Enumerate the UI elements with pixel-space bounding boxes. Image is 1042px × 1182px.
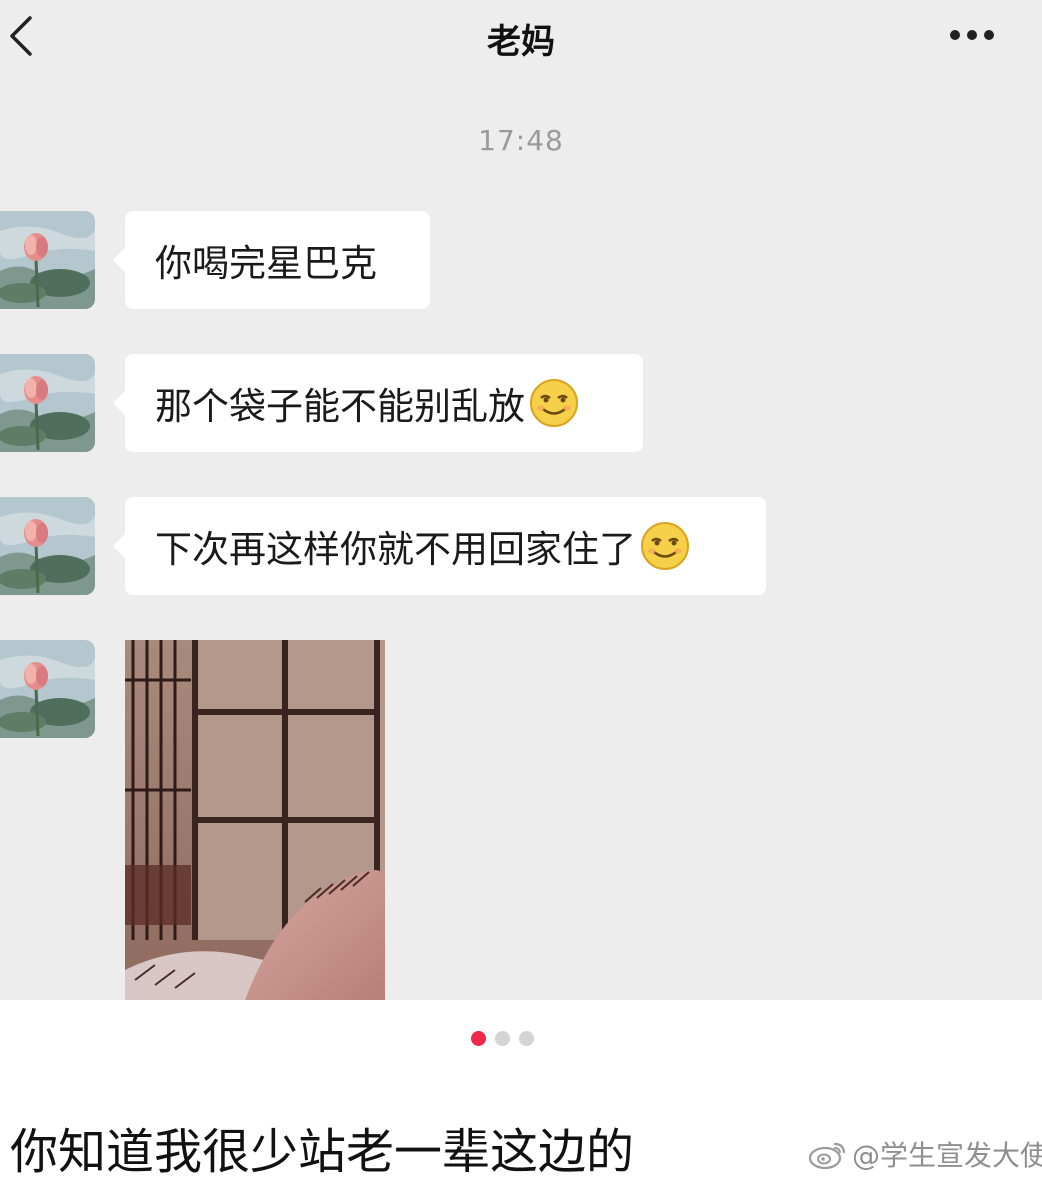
- pager-dot[interactable]: [495, 1031, 510, 1046]
- watermark-text: @学生宣发大使: [852, 1139, 1042, 1172]
- message-bubble[interactable]: 你喝完星巴克: [113, 211, 430, 309]
- post-caption: 你知道我很少站老一辈这边的: [10, 1124, 635, 1180]
- more-options-icon[interactable]: [946, 22, 998, 48]
- pager-dot[interactable]: [519, 1031, 534, 1046]
- pager-dot-active[interactable]: [471, 1031, 486, 1046]
- message-text: 你喝完星巴克: [155, 242, 377, 285]
- contact-avatar[interactable]: [0, 640, 95, 738]
- chat-title: 老妈: [487, 22, 555, 62]
- contact-avatar[interactable]: [0, 211, 95, 309]
- avatar-image: [0, 211, 95, 309]
- chat-header: 老妈: [0, 0, 1042, 72]
- room-photo: [125, 640, 385, 1000]
- image-message[interactable]: [125, 640, 385, 1000]
- contact-avatar[interactable]: [0, 354, 95, 452]
- message-bubble[interactable]: 那个袋子能不能别乱放: [113, 354, 643, 452]
- weibo-logo-icon: [808, 1142, 846, 1170]
- message-timestamp: 17:48: [478, 124, 564, 157]
- message-text: 那个袋子能不能别乱放: [155, 385, 525, 428]
- smirk-emoji-icon: [640, 521, 690, 571]
- contact-avatar[interactable]: [0, 497, 95, 595]
- avatar-image: [0, 640, 95, 738]
- avatar-image: [0, 354, 95, 452]
- message-text: 下次再这样你就不用回家住了: [155, 528, 636, 571]
- message-bubble[interactable]: 下次再这样你就不用回家住了: [113, 497, 766, 595]
- chat-screenshot: 老妈 17:48 你喝完星巴克 那个袋子能不能别乱放 下次再这样你就不用回家住了: [0, 0, 1042, 1000]
- image-pager: [0, 1031, 1042, 1047]
- avatar-image: [0, 497, 95, 595]
- smirk-emoji-icon: [529, 378, 579, 428]
- weibo-watermark: @学生宣发大使: [808, 1134, 1042, 1174]
